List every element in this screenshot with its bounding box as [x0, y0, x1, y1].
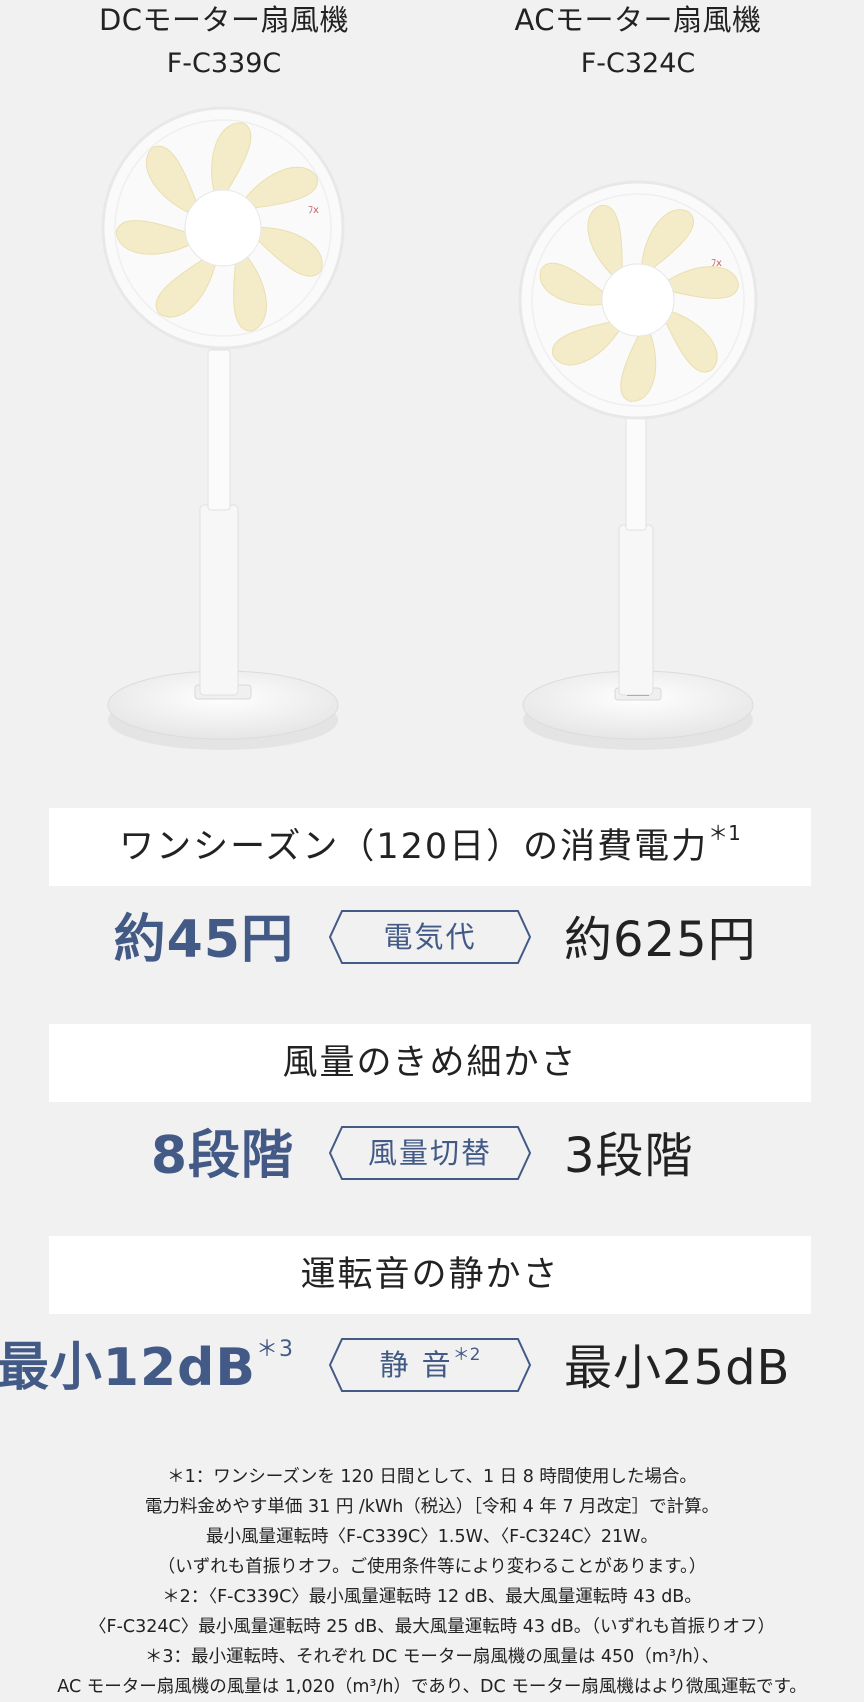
dc-fan-image: ﾌx — [100, 105, 346, 771]
airflow-ac-value: 3段階 — [564, 1128, 694, 1184]
noise-dc-value: 最小12dB — [0, 1338, 256, 1398]
noise-comparison-row: 最小12dB＊3 静 音＊2 最小25dB — [0, 1333, 864, 1403]
noise-heading-text: 運転音の静かさ — [300, 1255, 560, 1295]
footnote-line: 〈F-C324C〉最小風量運転時 25 dB、最大風量運転時 43 dB。（いず… — [89, 1617, 775, 1637]
noise-badge-note: ＊2 — [452, 1345, 481, 1365]
ac-fan-image: ﾌx — [515, 180, 761, 774]
footnote-line: （いずれも首振りオフ。ご使用条件等により変わることがあります。） — [157, 1557, 707, 1577]
noise-badge: 静 音＊2 — [328, 1337, 532, 1393]
airflow-heading-text: 風量のきめ細かさ — [282, 1043, 578, 1083]
noise-dc-value-wrap: 最小12dB＊3 — [0, 1333, 294, 1403]
power-ac-value: 約625円 — [564, 912, 757, 968]
power-comparison-row: 約45円 電気代 約625円 — [0, 905, 864, 975]
footnote-line: ＊1：ワンシーズンを 120 日間として、1 日 8 時間使用した場合。 — [167, 1467, 697, 1487]
footnote-line: ＊2：〈F-C339C〉最小風量運転時 12 dB、最大風量運転時 43 dB。 — [162, 1587, 702, 1607]
noise-badge-label: 静 音 — [379, 1348, 453, 1382]
svg-text:ﾌx: ﾌx — [711, 258, 722, 269]
noise-dc-note: ＊3 — [256, 1337, 294, 1362]
noise-heading: 運転音の静かさ — [49, 1236, 811, 1314]
airflow-heading: 風量のきめ細かさ — [49, 1024, 811, 1102]
power-dc-value: 約45円 — [113, 910, 294, 970]
footnotes: ＊1：ワンシーズンを 120 日間として、1 日 8 時間使用した場合。 電力料… — [0, 1462, 864, 1702]
footnote-line: 電力料金めやす単価 31 円 /kWh（税込）［令和 4 年 7 月改定］で計算… — [144, 1497, 720, 1517]
ac-model-code: F-C324C — [580, 48, 696, 79]
footnote-line: AC モーター扇風機の風量は 1,020（m³/h）であり、DC モーター扇風機… — [57, 1677, 807, 1697]
ac-model-header: ACモーター扇風機 F-C324C — [468, 0, 808, 84]
airflow-dc-value: 8段階 — [150, 1126, 294, 1186]
power-badge: 電気代 — [328, 909, 532, 965]
footnote-line: ＊3：最小運転時、それぞれ DC モーター扇風機の風量は 450（m³/h）、 — [144, 1647, 720, 1667]
noise-badge-label-wrap: 静 音＊2 — [328, 1337, 532, 1393]
footnote-line: 最小風量運転時〈F-C339C〉1.5W、〈F-C324C〉21W。 — [206, 1527, 658, 1547]
svg-text:ﾌx: ﾌx — [308, 205, 319, 216]
dc-model-name: DCモーター扇風機 — [98, 3, 350, 37]
power-badge-label: 電気代 — [383, 920, 477, 954]
power-heading: ワンシーズン（120日）の消費電力＊1 — [49, 808, 811, 886]
airflow-comparison-row: 8段階 風量切替 3段階 — [0, 1121, 864, 1191]
airflow-badge: 風量切替 — [328, 1125, 532, 1181]
power-heading-text: ワンシーズン（120日）の消費電力 — [119, 827, 709, 867]
dc-model-header: DCモーター扇風機 F-C339C — [54, 0, 394, 84]
noise-ac-value: 最小25dB — [564, 1340, 791, 1396]
airflow-badge-label: 風量切替 — [367, 1136, 492, 1170]
dc-model-code: F-C339C — [166, 48, 282, 79]
power-heading-note: ＊1 — [708, 821, 741, 845]
ac-model-name: ACモーター扇風機 — [514, 3, 762, 37]
